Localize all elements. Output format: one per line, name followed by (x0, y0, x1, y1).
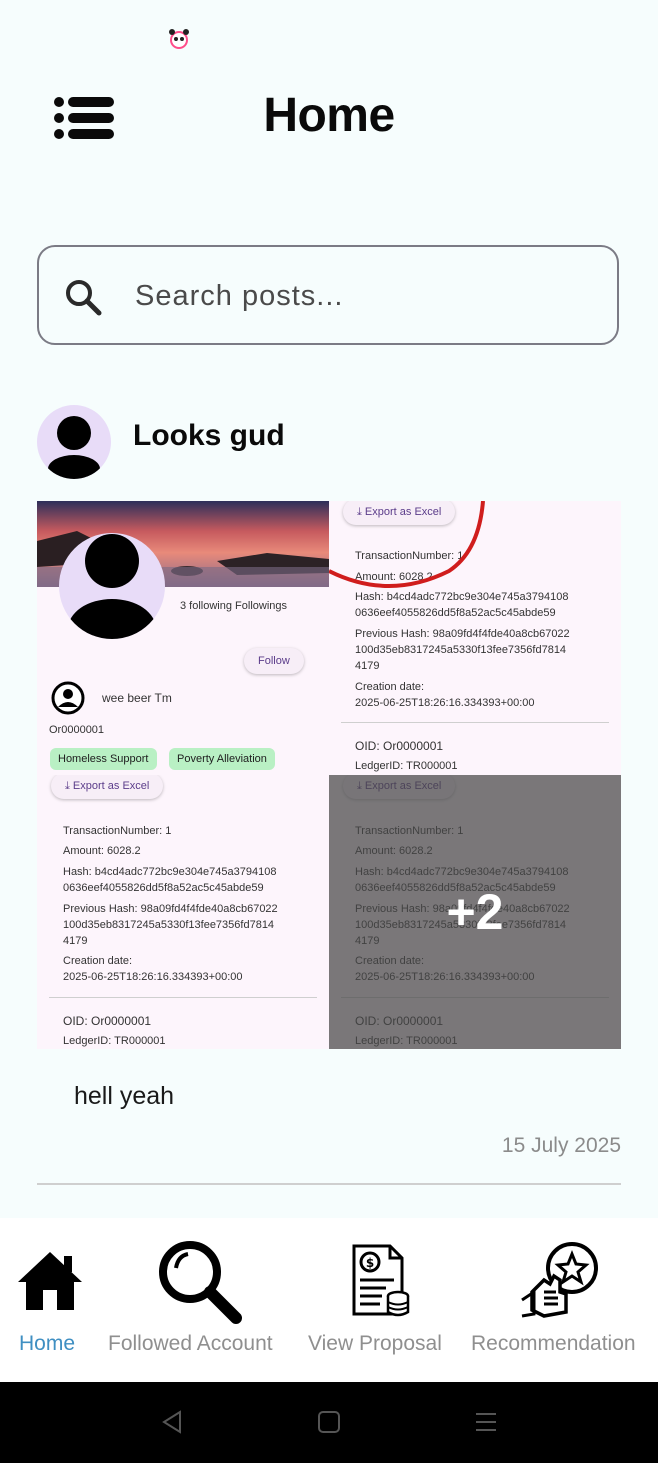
panda-icon (169, 29, 189, 49)
post-image-more[interactable]: ⤓ Export as Excel TransactionNumber: 1 A… (329, 775, 621, 1049)
user-circle-icon (51, 681, 85, 715)
post-author-name[interactable]: Looks gud (133, 419, 285, 453)
post-image-ledger[interactable]: ⤓ Export as Excel TransactionNumber: 1 A… (37, 775, 329, 1049)
export-label: Export as Excel (72, 780, 150, 792)
previous-hash-line: 100d35eb8317245a5330f13fee7356fd7814 (355, 644, 567, 656)
previous-hash-line: 100d35eb8317245a5330f13fee7356fd7814 (63, 919, 275, 931)
divider (341, 722, 609, 723)
recents-menu-icon[interactable] (474, 1410, 498, 1434)
search-bar[interactable] (37, 245, 619, 345)
ledger-id: LedgerID: TR000001 (355, 760, 458, 772)
oid: OID: Or0000001 (63, 1014, 152, 1028)
author-avatar[interactable] (37, 405, 111, 479)
creation-date-label: Creation date: (355, 681, 425, 693)
profile-avatar (59, 533, 165, 639)
export-excel-button: ⤓ Export as Excel (51, 775, 164, 799)
following-count: 3 following Followings (180, 600, 287, 612)
previous-hash-line: 4179 (355, 660, 380, 672)
profile-user-name: wee beer Tm (102, 691, 172, 705)
user-silhouette-icon (68, 534, 156, 639)
nav-item-home[interactable]: Home (0, 1218, 100, 1382)
nav-item-followed-account[interactable]: Followed Account (104, 1218, 294, 1382)
oid: OID: Or0000001 (355, 739, 444, 753)
post-caption: hell yeah (74, 1082, 175, 1110)
more-images-overlay[interactable]: +2 (329, 775, 621, 1049)
post-date: 15 July 2025 (501, 1134, 621, 1157)
home-icon (18, 1252, 82, 1310)
ledger-id: LedgerID: TR000001 (63, 1035, 166, 1047)
system-navigation-bar (0, 1382, 658, 1463)
search-icon (66, 280, 102, 316)
post-header: Looks gud (37, 405, 619, 481)
hash-line: 0636eef4055826dd5f8a52ac5c45abde59 (63, 882, 264, 894)
hash-line: Hash: b4cd4adc772bc9e304e745a3794108 (63, 866, 277, 878)
amount: Amount: 6028.2 (63, 845, 141, 857)
home-square-icon[interactable] (317, 1410, 341, 1434)
search-input[interactable] (133, 267, 597, 325)
magnifier-icon (159, 1241, 242, 1324)
post-image-profile[interactable]: 3 following Followings Follow wee beer T… (37, 501, 329, 775)
nav-item-recommendation[interactable]: Recommendation (468, 1218, 652, 1382)
tag-chip: Homeless Support (50, 748, 157, 770)
proposal-document-icon: $ (352, 1244, 410, 1317)
post-image-grid: 3 following Followings Follow wee beer T… (37, 501, 621, 1049)
previous-hash-line: Previous Hash: 98a09fd4f4fde40a8cb67022 (355, 628, 570, 640)
nav-label-home: Home (19, 1332, 76, 1355)
creation-date-value: 2025-06-25T18:26:16.334393+00:00 (63, 971, 243, 983)
back-icon[interactable] (160, 1410, 184, 1434)
previous-hash-line: 4179 (63, 935, 88, 947)
status-bar (0, 0, 658, 80)
nav-label-view-proposal: View Proposal (308, 1332, 442, 1355)
thumbs-up-star-icon (521, 1242, 598, 1318)
hash-line: 0636eef4055826dd5f8a52ac5c45abde59 (355, 607, 556, 619)
user-silhouette-icon (48, 416, 100, 479)
post-divider (37, 1183, 621, 1185)
download-icon: ⤓ (65, 780, 73, 792)
app-header: Home (0, 80, 658, 160)
more-images-count: +2 (446, 884, 504, 940)
creation-date-value: 2025-06-25T18:26:16.334393+00:00 (355, 697, 535, 709)
nav-label-recommendation: Recommendation (471, 1332, 636, 1355)
previous-hash-line: Previous Hash: 98a09fd4f4fde40a8cb67022 (63, 903, 278, 915)
transaction-number: TransactionNumber: 1 (63, 825, 172, 837)
nav-item-view-proposal[interactable]: $ View Proposal (304, 1218, 456, 1382)
page-title: Home (263, 89, 395, 142)
red-annotation-circle (329, 501, 485, 588)
creation-date-label: Creation date: (63, 955, 133, 967)
nav-label-followed-account: Followed Account (108, 1332, 273, 1355)
bottom-navigation: Home Followed Account $ View Proposal Re… (0, 1218, 658, 1382)
divider (49, 997, 317, 998)
tag-chip: Poverty Alleviation (169, 748, 275, 770)
svg-text:$: $ (366, 1256, 374, 1270)
post-image-ledger[interactable]: ⤓ Export as Excel TransactionNumber: 1 A… (329, 501, 621, 775)
profile-org-id: Or0000001 (49, 724, 105, 736)
follow-button: Follow (244, 648, 304, 674)
